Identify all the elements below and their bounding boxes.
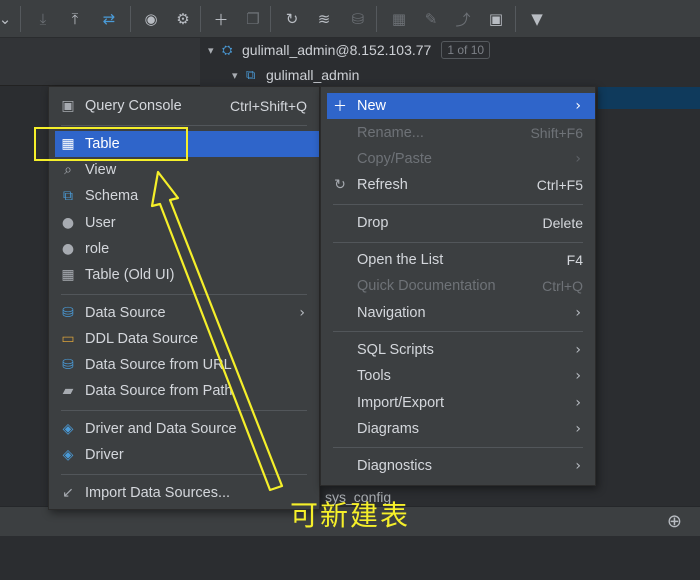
duplicate-icon[interactable]: ❐ [242,8,264,30]
menu-item-user[interactable]: ● User [55,210,319,236]
refresh-icon[interactable]: ↻ [281,8,303,30]
menu-item-refresh[interactable]: ↻ Refresh Ctrl+F5 [327,172,595,198]
table-old-icon: ▦ [61,267,75,283]
add-icon[interactable]: ＋ [210,8,232,30]
bottom-panel [0,536,700,580]
menu-item-ddl-data-source[interactable]: ▭ DDL Data Source [55,326,319,352]
menu-item-quick-documentation[interactable]: Quick Documentation Ctrl+Q [327,273,595,299]
menu-item-sql-scripts[interactable]: SQL Scripts › [327,337,595,363]
toolbar-separator [20,6,21,32]
driver-icon: ◈ [62,421,74,437]
menu-separator [61,474,307,475]
toolbar-separator [515,6,516,32]
toolbar-separator [270,6,271,32]
folder-icon: ▰ [62,383,74,399]
menu-item-import-export[interactable]: Import/Export › [327,390,595,416]
menu-item-driver[interactable]: ◈ Driver [55,442,319,468]
user-icon: ● [61,215,75,231]
submenu-arrow-icon: › [299,305,305,321]
schema-icon: ⧉ [246,67,256,83]
menu-item-diagnostics[interactable]: Diagnostics › [327,453,595,479]
schema-edit-icon[interactable]: ≋ [313,8,335,30]
refresh-icon: ↻ [334,177,346,193]
menu-item-data-source-from-url[interactable]: ⛁ Data Source from URL [55,352,319,378]
submenu-arrow-icon: › [575,458,581,474]
submenu-arrow-icon: › [575,151,581,167]
toolbar-separator [200,6,201,32]
query-console-icon: ▣ [61,98,75,114]
tree-schema-row[interactable]: ▾ ⧉ gulimall_admin [232,63,359,87]
menu-item-data-source-from-path[interactable]: ▰ Data Source from Path [55,378,319,404]
menu-item-new[interactable]: ＋ New › [327,93,595,119]
menu-separator [61,410,307,411]
submenu-arrow-icon: › [575,305,581,321]
annotation-highlight-box [34,127,188,161]
submenu-arrow-icon: › [575,342,581,358]
submenu-arrow-icon: › [575,368,581,384]
menu-item-query-console[interactable]: ▣ Query Console Ctrl+Shift+Q [55,93,319,119]
editor-tab-strip [0,38,200,86]
submenu-arrow-icon: › [575,98,581,114]
tree-connection-row[interactable]: ▾ ⛭ gulimall_admin@8.152.103.77 1 of 10 [208,38,491,62]
menu-separator [61,294,307,295]
menu-item-table-old-ui[interactable]: ▦ Table (Old UI) [55,262,319,288]
menu-item-copy-paste[interactable]: Copy/Paste › [327,146,595,172]
menu-item-diagrams[interactable]: Diagrams › [327,416,595,442]
menu-separator [333,447,583,448]
schema-icon: ⧉ [63,188,73,204]
data-source-icon: ⛁ [62,305,74,321]
driver-icon: ◈ [62,447,74,463]
view-icon: ⌕ [64,162,72,178]
ddl-icon: ▭ [61,331,75,347]
query-console-icon[interactable]: ▣ [485,8,507,30]
import-icon: ↙ [62,485,74,501]
plus-icon: ＋ [333,99,347,115]
database-icon[interactable]: ⛁ [347,8,369,30]
chevron-down-icon[interactable]: ▾ [232,69,246,82]
menu-item-tools[interactable]: Tools › [327,363,595,389]
menu-separator [333,204,583,205]
menu-item-rename[interactable]: Rename... Shift+F6 [327,120,595,146]
jump-icon[interactable]: ⤴ [452,8,474,30]
role-icon: ● [61,241,75,257]
mysql-connection-icon: ⛭ [222,42,233,58]
chevron-down-icon[interactable]: ▾ [208,44,222,57]
menu-separator [333,331,583,332]
edit-icon[interactable]: ✎ [420,8,442,30]
annotation-label: 可新建表 [290,499,411,532]
menu-item-driver-and-data-source[interactable]: ◈ Driver and Data Source [55,416,319,442]
submenu-arrow-icon: › [575,395,581,411]
filter-icon[interactable]: ▼ [526,8,548,30]
download-icon[interactable]: ⤓ [32,8,54,30]
url-icon: ⛁ [62,357,74,373]
menu-separator [61,125,307,126]
submenu-arrow-icon: › [575,421,581,437]
compare-icon[interactable]: ⇄ [98,8,120,30]
upload-icon[interactable]: ⤒ [64,8,86,30]
menu-item-navigation[interactable]: Navigation › [327,300,595,326]
connection-badge: 1 of 10 [441,41,491,59]
context-menu: ＋ New › Rename... Shift+F6 Copy/Paste › … [320,86,596,486]
schema-name: gulimall_admin [266,67,360,83]
menu-item-schema[interactable]: ⧉ Schema [55,183,319,209]
toolbar: ⌄ ⤓ ⤒ ⇄ ◉ ⚙ ＋ ❐ ↻ ≋ ⛁ ▦ ✎ ⤴ ▣ ▼ [0,0,700,38]
connection-name: gulimall_admin@8.152.103.77 [242,42,432,58]
menu-item-data-source[interactable]: ⛁ Data Source › [55,300,319,326]
eye-icon[interactable]: ◉ [140,8,162,30]
menu-item-import-data-sources[interactable]: ↙ Import Data Sources... [55,480,319,506]
toolbar-separator [376,6,377,32]
menu-item-role[interactable]: ● role [55,236,319,262]
tree-selected-row[interactable] [598,87,700,109]
menu-item-open-the-list[interactable]: Open the List F4 [327,247,595,273]
gear-icon[interactable]: ⚙ [172,8,194,30]
menu-separator [333,242,583,243]
target-icon[interactable]: ⊕ [667,511,682,532]
toolbar-separator [130,6,131,32]
chevron-down-icon[interactable]: ⌄ [0,8,16,30]
menu-item-drop[interactable]: Drop Delete [327,210,595,236]
table-icon[interactable]: ▦ [388,8,410,30]
